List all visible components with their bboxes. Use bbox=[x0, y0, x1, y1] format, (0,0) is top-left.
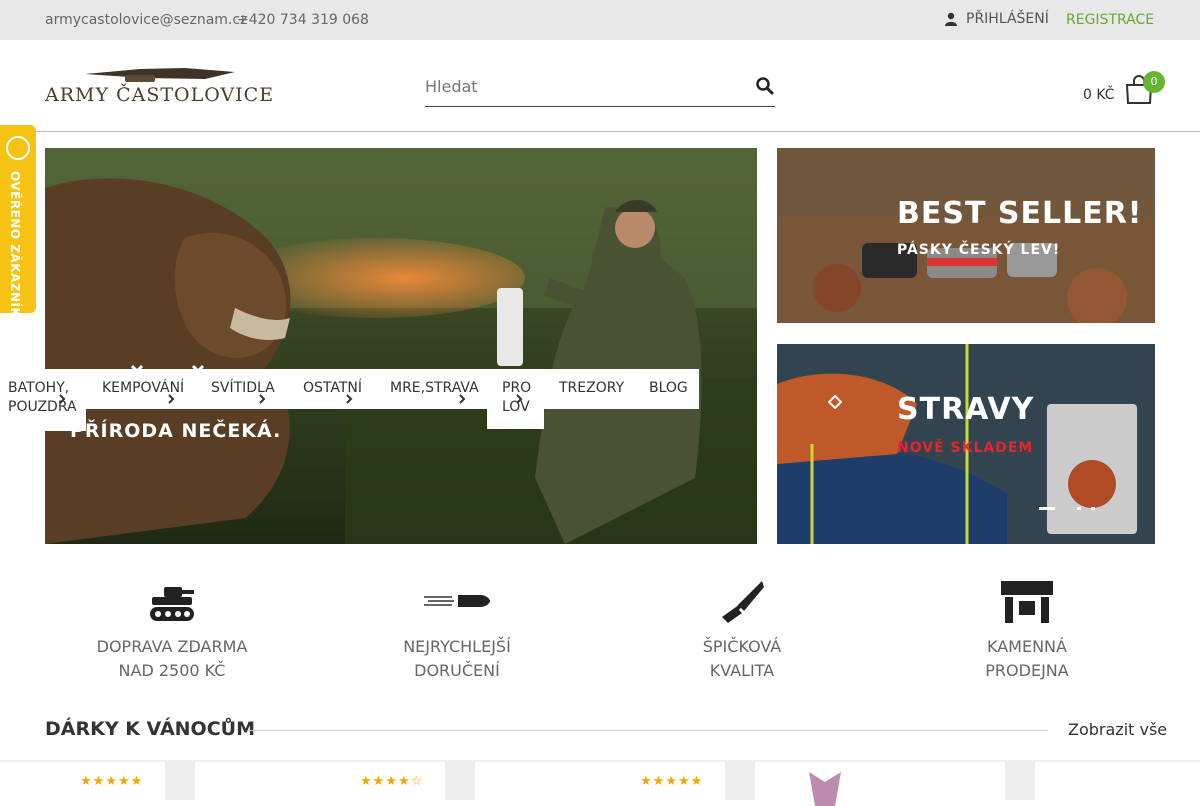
knife-icon bbox=[722, 581, 764, 623]
cart-count-badge: 0 bbox=[1143, 71, 1165, 93]
nav-item-mre-strava[interactable]: MRE,STRAVA bbox=[375, 369, 487, 409]
store-icon bbox=[1001, 581, 1053, 623]
chevron-right-icon bbox=[168, 394, 175, 404]
contact-email[interactable]: armycastolovice@seznam.cz bbox=[45, 12, 247, 28]
feature-fast-delivery: NEJRYCHLEJŠÍ DORUČENÍ bbox=[347, 575, 567, 683]
slider-dot[interactable] bbox=[1077, 507, 1081, 510]
search-bar bbox=[425, 70, 775, 107]
promo-banner-stravy[interactable]: STRAVY NOVĚ SKLADEM bbox=[777, 344, 1155, 544]
nav-item-svitidla[interactable]: SVÍTIDLA bbox=[196, 369, 288, 409]
slider-prev-icon[interactable] bbox=[828, 395, 842, 409]
rating-stars: ★★★★★ bbox=[80, 774, 144, 789]
logo-text: ARMY ČASTOLOVICE bbox=[45, 84, 275, 106]
rating-stars: ★★★★★ bbox=[640, 774, 704, 789]
feature-line: NAD 2500 KČ bbox=[118, 661, 226, 680]
login-label: PŘIHLÁŠENÍ bbox=[966, 11, 1049, 27]
verified-badge-label: OVĚŘENO ZÁKAZNÍKY bbox=[8, 171, 22, 327]
section-divider bbox=[248, 730, 1048, 731]
promo1-image bbox=[777, 148, 1155, 323]
nav-item-ostatni[interactable]: OSTATNÍ bbox=[288, 369, 375, 409]
feature-line: ŠPIČKOVÁ bbox=[702, 637, 782, 656]
promo2-subtitle: NOVĚ SKLADEM bbox=[897, 440, 1034, 456]
section-title: DÁRKY K VÁNOCŮM bbox=[45, 718, 255, 740]
feature-line: KAMENNÁ bbox=[987, 637, 1067, 656]
register-link[interactable]: REGISTRACE bbox=[1066, 12, 1154, 28]
hero-bear-image bbox=[45, 148, 757, 544]
product-thumbnail bbox=[809, 772, 841, 806]
promo1-subtitle: PÁSKY ČESKÝ LEV! bbox=[897, 242, 1061, 258]
nav-item-trezory[interactable]: TREZORY bbox=[544, 369, 634, 409]
nav-item-kempovani[interactable]: KEMPOVÁNÍ bbox=[86, 369, 196, 409]
bullet-icon bbox=[424, 595, 490, 607]
feature-line: KVALITA bbox=[709, 661, 775, 680]
nav-item-batohy[interactable]: BATOHY, POUZDRA bbox=[0, 369, 86, 431]
chevron-right-icon bbox=[516, 394, 523, 404]
view-all-link[interactable]: Zobrazit vše bbox=[1068, 720, 1167, 739]
slider-dot-active[interactable] bbox=[1039, 507, 1055, 510]
slider-dot[interactable] bbox=[1091, 507, 1095, 510]
site-header: ARMY ČASTOLOVICE 0 KČ bbox=[0, 40, 1200, 132]
chevron-right-icon bbox=[259, 394, 266, 404]
search-icon[interactable] bbox=[755, 76, 775, 96]
feature-top-quality: ŠPIČKOVÁ KVALITA bbox=[632, 575, 852, 683]
product-card[interactable] bbox=[1035, 762, 1200, 802]
product-card[interactable]: ★★★★☆ bbox=[195, 762, 445, 802]
chevron-right-icon bbox=[59, 394, 66, 404]
user-icon bbox=[945, 12, 957, 26]
verified-seal-icon bbox=[6, 136, 30, 160]
promo2-title: STRAVY bbox=[897, 392, 1035, 427]
top-bar: armycastolovice@seznam.cz +420 734 319 0… bbox=[0, 0, 1200, 40]
nav-item-label: TREZORY bbox=[559, 380, 625, 396]
feature-line: DORUČENÍ bbox=[414, 661, 500, 680]
verified-customers-badge[interactable]: OVĚŘENO ZÁKAZNÍKY bbox=[0, 125, 36, 327]
product-carousel: ★★★★★ ★★★★☆ ★★★★★ bbox=[0, 760, 1200, 806]
feature-line: DOPRAVA ZDARMA bbox=[96, 637, 248, 656]
tank-icon bbox=[150, 587, 194, 621]
feature-line: PRODEJNA bbox=[985, 661, 1069, 680]
product-card[interactable]: ★★★★★ bbox=[0, 762, 165, 802]
product-card[interactable] bbox=[755, 762, 1005, 806]
feature-store: KAMENNÁ PRODEJNA bbox=[917, 575, 1137, 683]
rating-stars: ★★★★☆ bbox=[360, 774, 424, 789]
features-row: DOPRAVA ZDARMA NAD 2500 KČ NEJRYCHLEJŠÍ … bbox=[0, 575, 1200, 685]
promo-banner-best-seller[interactable]: BEST SELLER! PÁSKY ČESKÝ LEV! bbox=[777, 148, 1155, 323]
site-logo[interactable]: ARMY ČASTOLOVICE bbox=[45, 66, 273, 110]
login-link[interactable]: PŘIHLÁŠENÍ bbox=[944, 11, 1049, 27]
chevron-right-icon bbox=[459, 394, 466, 404]
cart-total: 0 KČ bbox=[1083, 87, 1115, 103]
knife-logo-icon bbox=[85, 68, 235, 82]
chevron-right-icon bbox=[346, 394, 353, 404]
promo1-title: BEST SELLER! bbox=[897, 196, 1143, 231]
nav-item-blog[interactable]: BLOG bbox=[634, 369, 699, 409]
feature-free-shipping: DOPRAVA ZDARMA NAD 2500 KČ bbox=[62, 575, 282, 683]
search-input[interactable] bbox=[425, 70, 725, 102]
contact-phone[interactable]: +420 734 319 068 bbox=[237, 12, 369, 28]
hero-banner-main[interactable]: PŘÍRODA NEČEKÁ. bbox=[45, 148, 757, 544]
hero-main-caption: PŘÍRODA NEČEKÁ. bbox=[70, 420, 282, 442]
product-card[interactable]: ★★★★★ bbox=[475, 762, 725, 802]
nav-item-label: BLOG bbox=[649, 380, 688, 396]
feature-line: NEJRYCHLEJŠÍ bbox=[403, 637, 511, 656]
